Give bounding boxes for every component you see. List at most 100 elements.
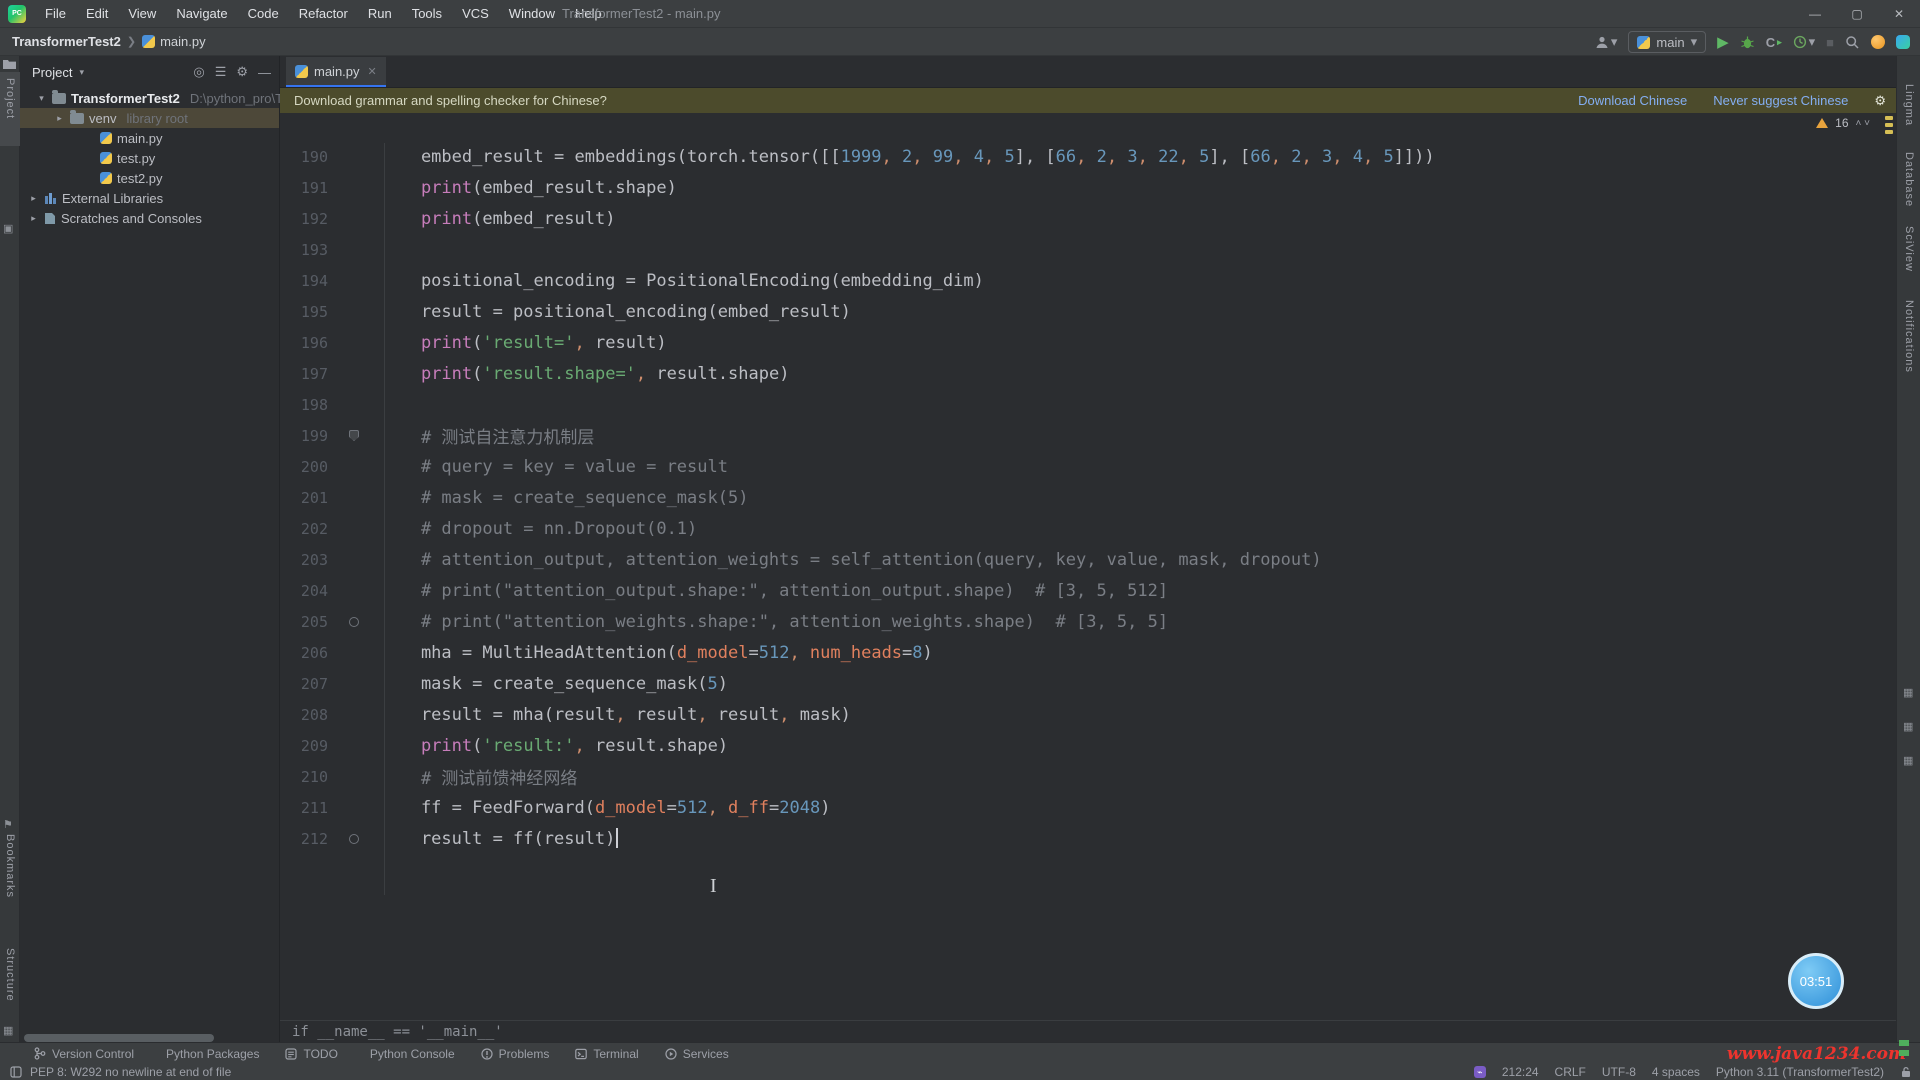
line-number[interactable]: 190 bbox=[280, 148, 328, 166]
line-number[interactable]: 210 bbox=[280, 768, 328, 786]
menu-window[interactable]: Window bbox=[500, 3, 564, 24]
ai-plugin-icon[interactable] bbox=[1896, 35, 1910, 49]
line-number[interactable]: 195 bbox=[280, 303, 328, 321]
download-chinese-link[interactable]: Download Chinese bbox=[1578, 93, 1687, 108]
right-strip-icon[interactable]: ▦ bbox=[1903, 686, 1913, 699]
line-number[interactable]: 192 bbox=[280, 210, 328, 228]
warning-stripe-mark[interactable] bbox=[1885, 116, 1893, 120]
code-line-209[interactable]: 209 print('result:', result.shape) bbox=[280, 730, 1896, 761]
tree-item-test-py[interactable]: test.py bbox=[20, 148, 279, 168]
prev-next-warning-icons[interactable]: ˄ ˅ bbox=[1856, 118, 1870, 129]
run-with-coverage-icon[interactable]: C▸ bbox=[1766, 35, 1782, 50]
toolwindow-terminal[interactable]: Terminal bbox=[575, 1047, 638, 1061]
update-notification-icon[interactable] bbox=[1871, 35, 1885, 49]
interpreter[interactable]: Python 3.11 (TransformerTest2) bbox=[1716, 1065, 1884, 1079]
banner-settings-gear-icon[interactable]: ⚙ bbox=[1874, 93, 1886, 109]
menu-code[interactable]: Code bbox=[239, 3, 288, 24]
line-number[interactable]: 194 bbox=[280, 272, 328, 290]
line-number[interactable]: 196 bbox=[280, 334, 328, 352]
toolwindow-services[interactable]: Services bbox=[665, 1047, 729, 1061]
code-line-191[interactable]: 191 print(embed_result.shape) bbox=[280, 172, 1896, 203]
left-strip-project-tab[interactable]: Project bbox=[4, 78, 16, 119]
status-message[interactable]: PEP 8: W292 no newline at end of file bbox=[30, 1065, 231, 1079]
breadcrumb-project[interactable]: TransformerTest2 bbox=[12, 34, 121, 49]
line-number[interactable]: 208 bbox=[280, 706, 328, 724]
locate-file-icon[interactable]: ◎ bbox=[193, 64, 204, 80]
tab-main-py[interactable]: main.py ✕ bbox=[286, 57, 386, 87]
recording-timer-bubble[interactable]: 03:51 bbox=[1788, 953, 1844, 1009]
toolwindow-python-console[interactable]: Python Console bbox=[364, 1047, 455, 1061]
menu-refactor[interactable]: Refactor bbox=[290, 3, 357, 24]
chevron-right-icon[interactable]: ▸ bbox=[28, 213, 39, 224]
profiler-icon[interactable]: ▾ bbox=[1793, 34, 1816, 50]
never-suggest-chinese-link[interactable]: Never suggest Chinese bbox=[1713, 93, 1848, 108]
line-number[interactable]: 202 bbox=[280, 520, 328, 538]
breadcrumb-file[interactable]: main.py bbox=[142, 34, 206, 49]
line-number[interactable]: 197 bbox=[280, 365, 328, 383]
right-strip-sciview-tab[interactable]: SciView bbox=[1903, 226, 1915, 272]
code-line-212[interactable]: 212 result = ff(result) bbox=[280, 823, 1896, 854]
right-strip-icon[interactable]: ▦ bbox=[1903, 720, 1913, 733]
line-number[interactable]: 207 bbox=[280, 675, 328, 693]
project-tool-icon[interactable] bbox=[3, 58, 16, 69]
code-line-196[interactable]: 196 print('result=', result) bbox=[280, 327, 1896, 358]
code-line-197[interactable]: 197 print('result.shape=', result.shape) bbox=[280, 358, 1896, 389]
chevron-right-icon[interactable]: ▸ bbox=[54, 113, 65, 124]
menu-navigate[interactable]: Navigate bbox=[167, 3, 236, 24]
line-number[interactable]: 200 bbox=[280, 458, 328, 476]
lock-icon[interactable] bbox=[1900, 1066, 1912, 1078]
code-line-203[interactable]: 203 # attention_output, attention_weight… bbox=[280, 544, 1896, 575]
code-line-201[interactable]: 201 # mask = create_sequence_mask(5) bbox=[280, 482, 1896, 513]
right-strip-notifications-tab[interactable]: Notifications bbox=[1903, 300, 1915, 373]
line-separator[interactable]: CRLF bbox=[1555, 1065, 1586, 1079]
warning-stripe-mark[interactable] bbox=[1885, 130, 1893, 134]
line-number[interactable]: 198 bbox=[280, 396, 328, 414]
code-line-205[interactable]: 205 # print("attention_weights.shape:", … bbox=[280, 606, 1896, 637]
code-line-193[interactable]: 193 bbox=[280, 234, 1896, 265]
run-button[interactable]: ▶ bbox=[1717, 33, 1729, 51]
run-configuration-select[interactable]: main ▾ bbox=[1628, 31, 1706, 53]
chevron-right-icon[interactable]: ▸ bbox=[28, 193, 39, 204]
code-line-211[interactable]: 211 ff = FeedForward(d_model=512, d_ff=2… bbox=[280, 792, 1896, 823]
circle-gutter-icon[interactable] bbox=[328, 834, 380, 844]
tree-item-transformertest2[interactable]: ▾TransformerTest2D:\python_pro\Tr bbox=[20, 88, 279, 108]
left-strip-structure-tab[interactable]: Structure bbox=[4, 948, 16, 1002]
line-number[interactable]: 191 bbox=[280, 179, 328, 197]
horizontal-scrollbar[interactable] bbox=[24, 1034, 214, 1042]
line-number[interactable]: 212 bbox=[280, 830, 328, 848]
toolwindow-version-control[interactable]: Version Control bbox=[34, 1047, 134, 1061]
services-status-icon[interactable]: ⌁ bbox=[1474, 1066, 1486, 1078]
toolwindow-todo[interactable]: TODO bbox=[285, 1047, 337, 1061]
warning-stripe-mark[interactable] bbox=[1885, 123, 1893, 127]
tree-item-main-py[interactable]: main.py bbox=[20, 128, 279, 148]
windows-layout-icon[interactable]: ▦ bbox=[3, 1024, 13, 1037]
chevron-down-icon[interactable]: ▾ bbox=[79, 67, 84, 78]
menu-view[interactable]: View bbox=[119, 3, 165, 24]
debug-button[interactable] bbox=[1740, 35, 1755, 50]
right-strip-database-tab[interactable]: Database bbox=[1903, 152, 1915, 207]
close-button[interactable]: ✕ bbox=[1878, 0, 1920, 28]
code-line-195[interactable]: 195 result = positional_encoding(embed_r… bbox=[280, 296, 1896, 327]
line-number[interactable]: 203 bbox=[280, 551, 328, 569]
code-line-202[interactable]: 202 # dropout = nn.Dropout(0.1) bbox=[280, 513, 1896, 544]
menu-vcs[interactable]: VCS bbox=[453, 3, 498, 24]
menu-tools[interactable]: Tools bbox=[403, 3, 451, 24]
caret-position[interactable]: 212:24 bbox=[1502, 1065, 1539, 1079]
file-encoding[interactable]: UTF-8 bbox=[1602, 1065, 1636, 1079]
circle-gutter-icon[interactable] bbox=[328, 617, 380, 627]
code-line-190[interactable]: 190 embed_result = embeddings(torch.tens… bbox=[280, 141, 1896, 172]
line-number[interactable]: 209 bbox=[280, 737, 328, 755]
menu-run[interactable]: Run bbox=[359, 3, 401, 24]
tree-item-test2-py[interactable]: test2.py bbox=[20, 168, 279, 188]
tree-item-external-libraries[interactable]: ▸External Libraries bbox=[20, 188, 279, 208]
left-strip-bookmarks-tab[interactable]: Bookmarks bbox=[4, 834, 16, 898]
line-number[interactable]: 193 bbox=[280, 241, 328, 259]
search-everywhere-icon[interactable] bbox=[1845, 35, 1860, 50]
commit-tool-icon[interactable]: ▣ bbox=[3, 222, 13, 235]
toolwindow-python-packages[interactable]: Python Packages bbox=[160, 1047, 259, 1061]
code-line-198[interactable]: 198 bbox=[280, 389, 1896, 420]
code-line-199[interactable]: 199 # 测试自注意力机制层 bbox=[280, 420, 1896, 451]
maximize-button[interactable]: ▢ bbox=[1836, 0, 1878, 28]
chevron-expanded-icon[interactable]: ▾ bbox=[36, 93, 47, 104]
project-panel-title[interactable]: Project bbox=[32, 65, 72, 80]
